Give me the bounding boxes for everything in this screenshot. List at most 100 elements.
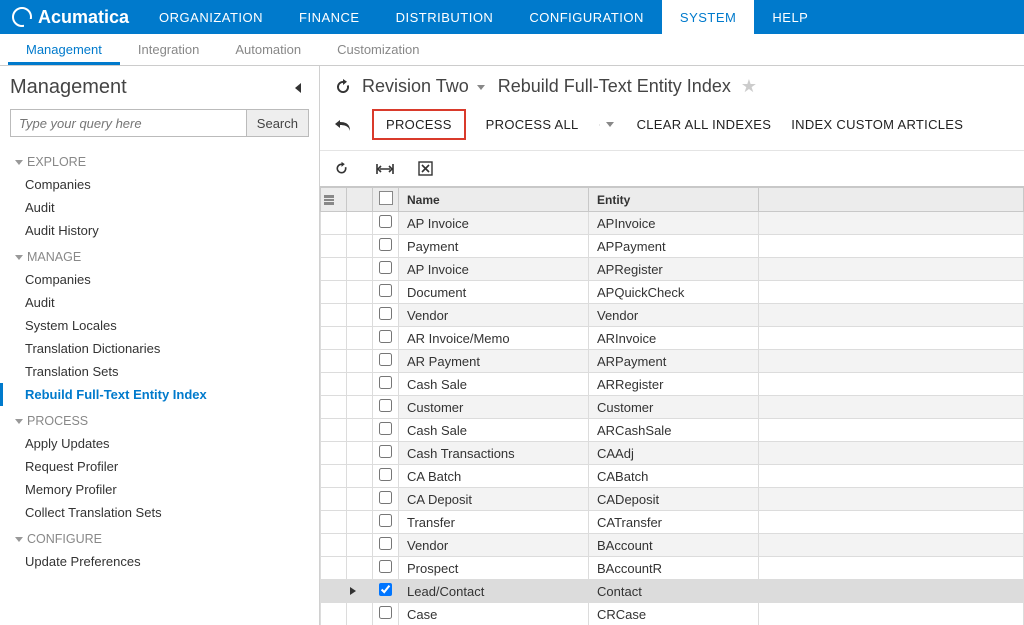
subnav-integration[interactable]: Integration bbox=[120, 34, 217, 65]
row-indicator bbox=[347, 465, 373, 488]
sidebar-item[interactable]: Rebuild Full-Text Entity Index bbox=[0, 383, 309, 406]
sidebar-group-manage[interactable]: MANAGE bbox=[15, 250, 309, 264]
sidebar-item[interactable]: System Locales bbox=[15, 314, 309, 337]
row-checkbox[interactable] bbox=[373, 304, 399, 327]
sidebar-search-button[interactable]: Search bbox=[246, 109, 309, 137]
table-row[interactable]: Cash TransactionsCAAdj bbox=[321, 442, 1024, 465]
chevron-down-icon bbox=[15, 255, 23, 260]
grid-select-all-header[interactable] bbox=[373, 188, 399, 212]
row-checkbox[interactable] bbox=[373, 465, 399, 488]
table-row[interactable]: Cash SaleARRegister bbox=[321, 373, 1024, 396]
nav-help[interactable]: HELP bbox=[754, 0, 826, 34]
row-checkbox[interactable] bbox=[373, 488, 399, 511]
row-entity: APPayment bbox=[589, 235, 759, 258]
row-checkbox[interactable] bbox=[373, 442, 399, 465]
sidebar-item[interactable]: Companies bbox=[15, 268, 309, 291]
table-row[interactable]: CustomerCustomer bbox=[321, 396, 1024, 419]
table-row[interactable]: AP InvoiceAPInvoice bbox=[321, 212, 1024, 235]
sidebar-item[interactable]: Collect Translation Sets bbox=[15, 501, 309, 524]
sidebar-group-process[interactable]: PROCESS bbox=[15, 414, 309, 428]
sidebar-item[interactable]: Apply Updates bbox=[15, 432, 309, 455]
sidebar-item[interactable]: Translation Dictionaries bbox=[15, 337, 309, 360]
sidebar-item[interactable]: Audit History bbox=[15, 219, 309, 242]
row-entity: BAccount bbox=[589, 534, 759, 557]
undo-icon[interactable] bbox=[334, 118, 352, 132]
row-indicator bbox=[347, 327, 373, 350]
action-bar: PROCESS PROCESS ALL CLEAR ALL INDEXES IN… bbox=[320, 99, 1024, 151]
refresh-grid-icon[interactable] bbox=[334, 161, 352, 176]
row-checkbox[interactable] bbox=[373, 534, 399, 557]
sidebar-item[interactable]: Audit bbox=[15, 291, 309, 314]
sidebar-title: Management bbox=[10, 76, 127, 99]
table-row[interactable]: VendorVendor bbox=[321, 304, 1024, 327]
fit-columns-icon[interactable] bbox=[376, 163, 394, 175]
row-checkbox[interactable] bbox=[373, 212, 399, 235]
sidebar-group-explore[interactable]: EXPLORE bbox=[15, 155, 309, 169]
row-checkbox[interactable] bbox=[373, 557, 399, 580]
table-row[interactable]: AR Invoice/MemoARInvoice bbox=[321, 327, 1024, 350]
table-row[interactable]: CaseCRCase bbox=[321, 603, 1024, 625]
row-checkbox[interactable] bbox=[373, 258, 399, 281]
title-main: Rebuild Full-Text Entity Index bbox=[498, 76, 731, 97]
table-row[interactable]: ProspectBAccountR bbox=[321, 557, 1024, 580]
sidebar-item[interactable]: Memory Profiler bbox=[15, 478, 309, 501]
sidebar-item[interactable]: Audit bbox=[15, 196, 309, 219]
refresh-icon[interactable] bbox=[334, 78, 352, 96]
row-checkbox[interactable] bbox=[373, 396, 399, 419]
process-button[interactable]: PROCESS bbox=[372, 109, 466, 140]
process-all-button[interactable]: PROCESS ALL bbox=[486, 117, 579, 132]
export-excel-icon[interactable] bbox=[418, 161, 436, 176]
title-prefix[interactable]: Revision Two bbox=[362, 76, 488, 97]
table-row[interactable]: VendorBAccount bbox=[321, 534, 1024, 557]
subnav-management[interactable]: Management bbox=[8, 34, 120, 65]
grid-entity-header[interactable]: Entity bbox=[589, 188, 759, 212]
row-checkbox[interactable] bbox=[373, 281, 399, 304]
index-custom-articles-button[interactable]: INDEX CUSTOM ARTICLES bbox=[791, 117, 963, 132]
content-pane: Revision Two Rebuild Full-Text Entity In… bbox=[320, 66, 1024, 625]
nav-organization[interactable]: ORGANIZATION bbox=[141, 0, 281, 34]
sidebar-item[interactable]: Translation Sets bbox=[15, 360, 309, 383]
row-checkbox[interactable] bbox=[373, 235, 399, 258]
row-checkbox[interactable] bbox=[373, 580, 399, 603]
row-entity: APQuickCheck bbox=[589, 281, 759, 304]
sidebar-item[interactable]: Update Preferences bbox=[15, 550, 309, 573]
sidebar-item[interactable]: Request Profiler bbox=[15, 455, 309, 478]
subnav-automation[interactable]: Automation bbox=[217, 34, 319, 65]
grid-name-header[interactable]: Name bbox=[399, 188, 589, 212]
nav-finance[interactable]: FINANCE bbox=[281, 0, 378, 34]
nav-distribution[interactable]: DISTRIBUTION bbox=[378, 0, 512, 34]
table-row[interactable]: CA BatchCABatch bbox=[321, 465, 1024, 488]
sidebar-item[interactable]: Companies bbox=[15, 173, 309, 196]
row-checkbox[interactable] bbox=[373, 327, 399, 350]
row-indicator bbox=[347, 580, 373, 603]
chevron-down-icon bbox=[606, 122, 614, 127]
clear-all-indexes-button[interactable]: CLEAR ALL INDEXES bbox=[637, 117, 772, 132]
table-row[interactable]: AR PaymentARPayment bbox=[321, 350, 1024, 373]
schedule-icon[interactable] bbox=[599, 117, 617, 133]
table-row[interactable]: PaymentAPPayment bbox=[321, 235, 1024, 258]
nav-system[interactable]: SYSTEM bbox=[662, 0, 754, 34]
table-row[interactable]: AP InvoiceAPRegister bbox=[321, 258, 1024, 281]
grid-config-header[interactable] bbox=[321, 188, 347, 212]
table-row[interactable]: DocumentAPQuickCheck bbox=[321, 281, 1024, 304]
row-checkbox[interactable] bbox=[373, 419, 399, 442]
table-row[interactable]: CA DepositCADeposit bbox=[321, 488, 1024, 511]
collapse-sidebar-icon[interactable] bbox=[289, 79, 307, 97]
subnav-customization[interactable]: Customization bbox=[319, 34, 437, 65]
row-entity: CADeposit bbox=[589, 488, 759, 511]
row-checkbox[interactable] bbox=[373, 350, 399, 373]
row-entity: CAAdj bbox=[589, 442, 759, 465]
row-checkbox[interactable] bbox=[373, 603, 399, 625]
grid-toolbar bbox=[320, 151, 1024, 186]
table-row[interactable]: Lead/ContactContact bbox=[321, 580, 1024, 603]
sidebar-group-configure[interactable]: CONFIGURE bbox=[15, 532, 309, 546]
row-entity: CRCase bbox=[589, 603, 759, 625]
row-checkbox[interactable] bbox=[373, 373, 399, 396]
favorite-star-icon[interactable]: ★ bbox=[741, 76, 757, 97]
table-row[interactable]: Cash SaleARCashSale bbox=[321, 419, 1024, 442]
nav-configuration[interactable]: CONFIGURATION bbox=[511, 0, 662, 34]
table-row[interactable]: TransferCATransfer bbox=[321, 511, 1024, 534]
brand-text: Acumatica bbox=[38, 7, 129, 28]
sidebar-search-input[interactable] bbox=[10, 109, 247, 137]
row-checkbox[interactable] bbox=[373, 511, 399, 534]
